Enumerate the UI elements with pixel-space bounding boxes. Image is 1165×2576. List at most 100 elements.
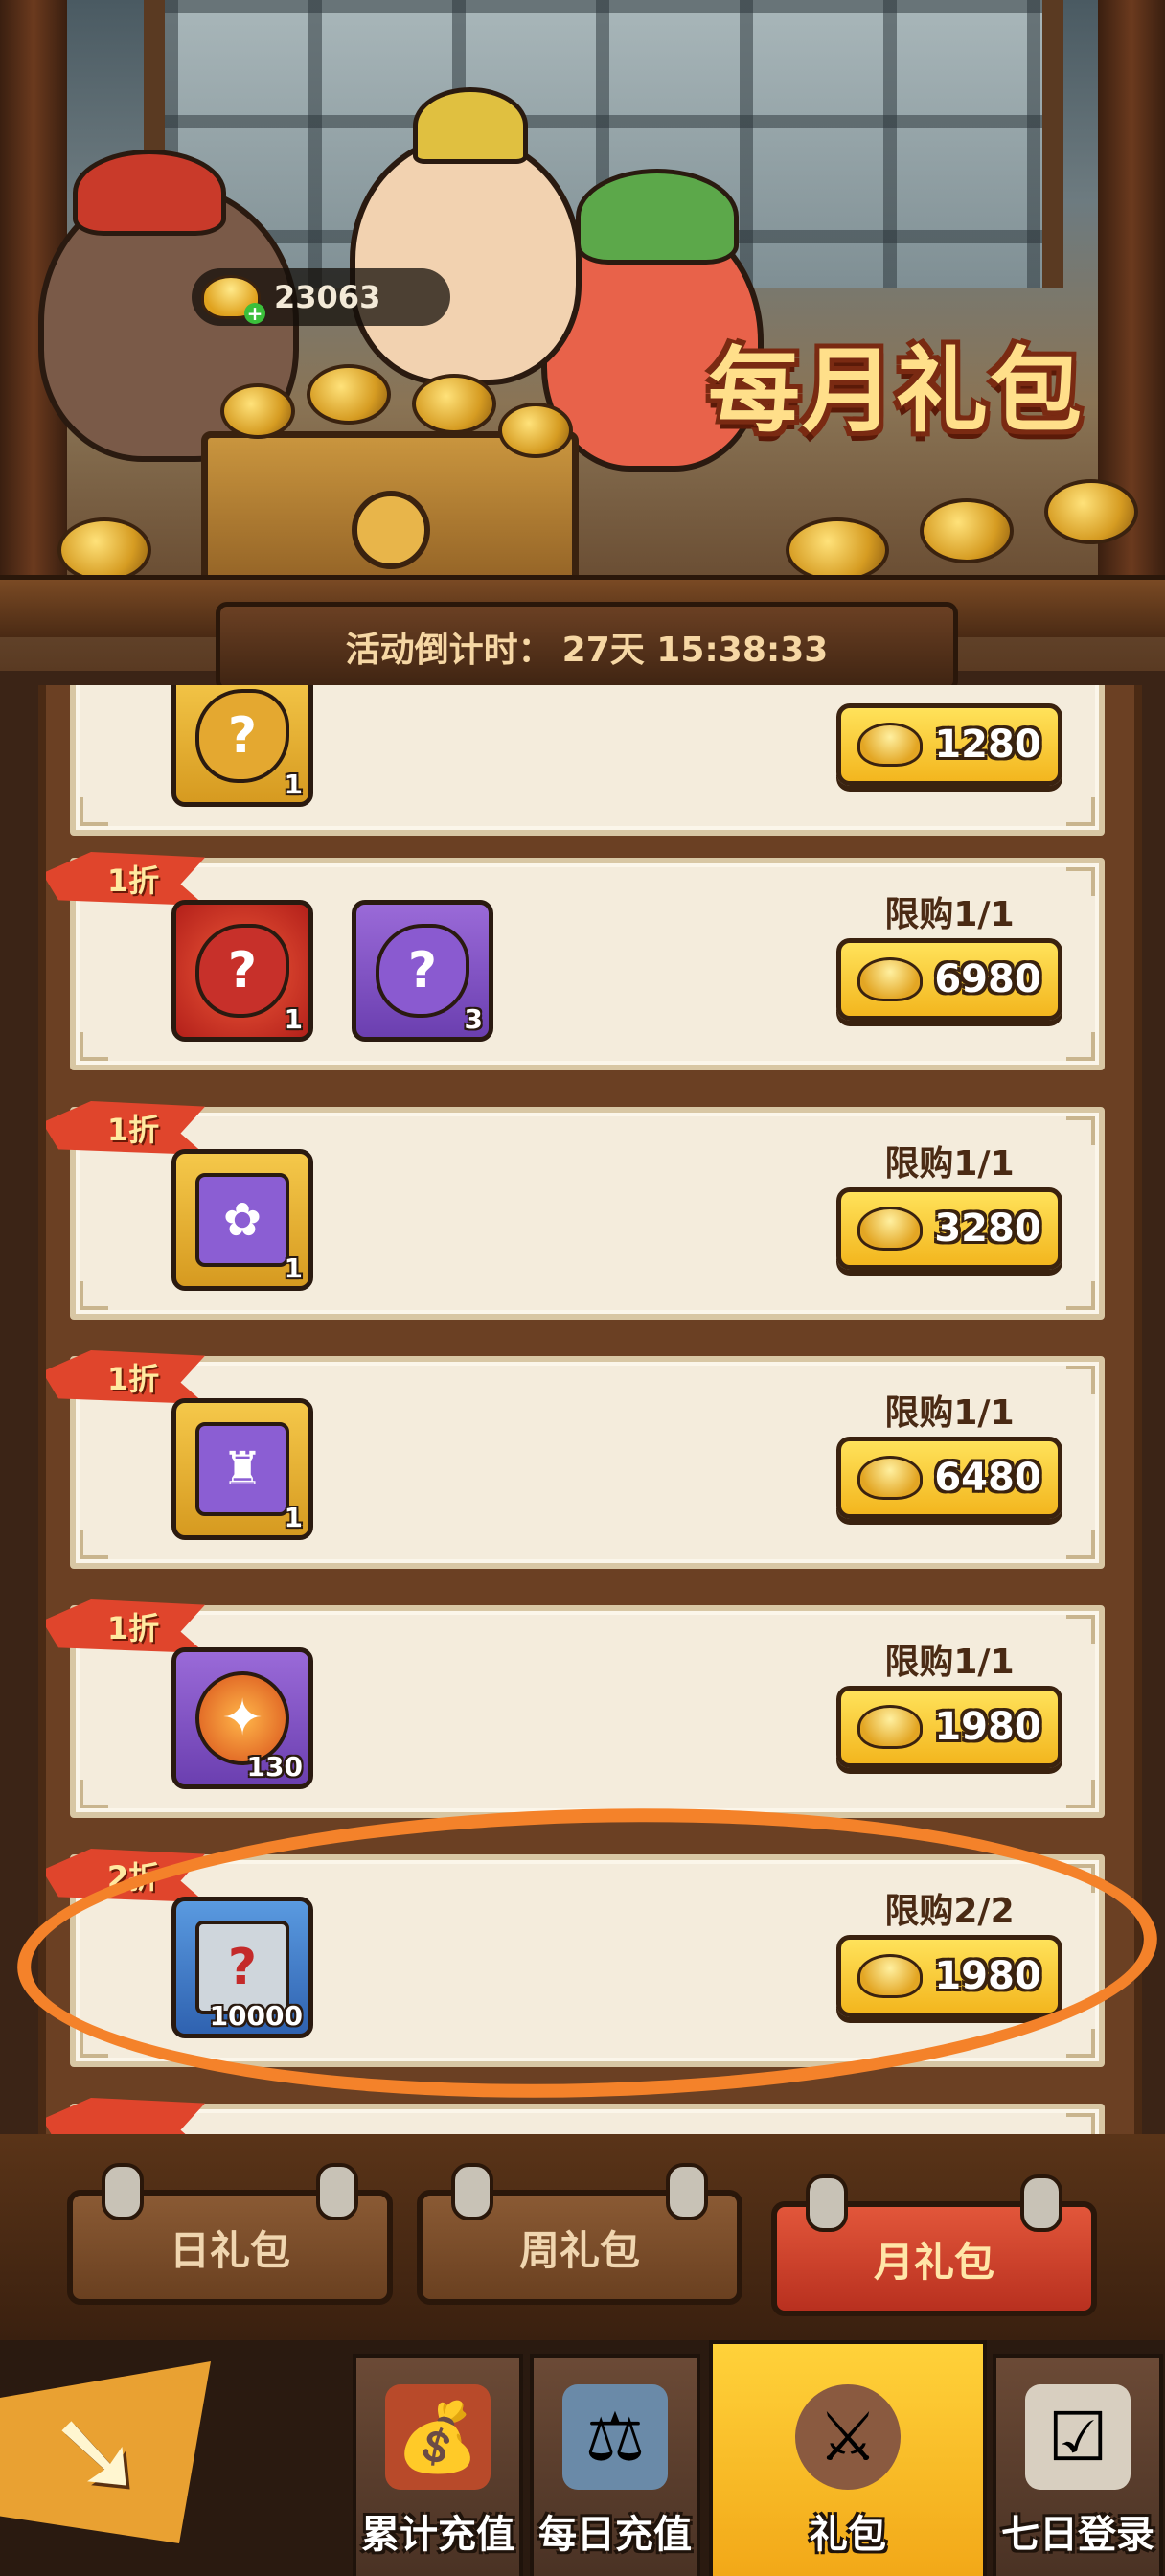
chest-fan-icon: ✿	[195, 1173, 289, 1267]
item-quantity: 3	[464, 1003, 483, 1035]
price-label: 1980	[934, 1705, 1041, 1749]
buy-button[interactable]: 1980	[836, 1686, 1062, 1768]
tab-label: 日礼包	[169, 2226, 290, 2274]
tab-monthly-gift[interactable]: 月礼包	[771, 2174, 1097, 2316]
item-quantity: 1	[284, 1502, 303, 1533]
treasure-bag-icon: 💰	[385, 2384, 491, 2490]
offer-item[interactable]: ? 1	[171, 900, 313, 1042]
offer-list[interactable]: ? 1 1280 1折 ? 1 ? 3 限购1/1 6980 1折 ✿ 1 限购…	[38, 685, 1142, 2134]
discount-label: 1折	[106, 862, 160, 899]
event-banner: + 23063 每月礼包	[0, 0, 1165, 671]
purchase-limit: 限购1/1	[884, 895, 1015, 934]
nav-cumulative-recharge[interactable]: 💰 累计充值	[353, 2354, 523, 2576]
checklist-icon: ☑	[1025, 2384, 1131, 2490]
offer-card: ? 1 1280	[70, 685, 1105, 836]
gift-tab-strip: 日礼包 周礼包 月礼包	[0, 2134, 1165, 2340]
offer-item[interactable]: ? 1	[171, 685, 313, 807]
gold-ingot-icon	[857, 1456, 924, 1500]
nav-label: 累计充值	[361, 2513, 514, 2557]
tab-label: 月礼包	[873, 2238, 994, 2286]
bottom-nav: ➘ 💰 累计充值 ⚖ 每日充值 ⚔ 礼包 ☑ 七日登录	[0, 2340, 1165, 2576]
red-fragment-icon: ?	[195, 924, 289, 1018]
gold-ingot-icon	[857, 1705, 924, 1749]
nav-label: 七日登录	[1001, 2513, 1154, 2557]
currency-amount: 23063	[274, 279, 381, 315]
offer-item[interactable]: ? 10000	[171, 1897, 313, 2038]
purchase-limit: 限购1/1	[884, 1643, 1015, 1682]
coin-icon	[412, 374, 496, 434]
crossed-swords-icon: ⚔	[795, 2384, 901, 2490]
nav-label: 每日充值	[538, 2513, 692, 2557]
buy-button[interactable]: 6980	[836, 938, 1062, 1021]
buy-button[interactable]: 1280	[836, 703, 1062, 786]
coin-icon	[786, 518, 889, 583]
discount-ribbon: 1折	[46, 1350, 205, 1404]
price-label: 6480	[934, 1456, 1041, 1500]
item-quantity: 1	[284, 769, 303, 800]
discount-label: 1折	[106, 1361, 160, 1397]
discount-ribbon: 1折	[46, 1599, 205, 1653]
price-label: 1980	[934, 1954, 1041, 1998]
item-quantity: 1	[284, 1003, 303, 1035]
offer-item[interactable]: ✿ 1	[171, 1149, 313, 1291]
fragment-icon: ?	[195, 689, 289, 783]
gold-ingot-icon	[857, 1207, 924, 1251]
offer-item[interactable]: ♜ 1	[171, 1398, 313, 1540]
offer-card: 1折 ? 1 ? 3 限购1/1 6980	[46, 852, 1105, 1070]
offer-card	[46, 2098, 1105, 2134]
discount-label: 1折	[106, 1112, 160, 1148]
purchase-limit: 限购2/2	[884, 1892, 1015, 1931]
back-arrow-icon: ➘	[47, 2385, 145, 2519]
buy-button[interactable]: 3280	[836, 1187, 1062, 1270]
countdown-label: 活动倒计时：	[345, 631, 553, 670]
discount-ribbon: 1折	[46, 1101, 205, 1155]
item-quantity: 10000	[209, 2000, 303, 2032]
discount-ribbon: 2折	[46, 1849, 205, 1902]
coin-icon	[307, 364, 391, 425]
nav-label: 礼包	[810, 2513, 886, 2557]
coin-icon	[57, 518, 151, 583]
discount-label: 1折	[106, 1610, 160, 1646]
nav-daily-recharge[interactable]: ⚖ 每日充值	[530, 2354, 700, 2576]
countdown-value: 27天 15:38:33	[561, 631, 829, 670]
offer-card: 1折 ✿ 1 限购1/1 3280	[46, 1101, 1105, 1320]
coin-icon	[220, 383, 295, 439]
gold-ingot-icon	[857, 957, 924, 1001]
page-title: 每月礼包	[708, 337, 1084, 445]
coin-icon	[1044, 479, 1138, 544]
price-label: 6980	[934, 957, 1041, 1001]
offer-card: 1折 ✦ 130 限购1/1 1980	[46, 1599, 1105, 1818]
offer-item[interactable]: ? 3	[352, 900, 493, 1042]
gold-ingot-icon: +	[201, 275, 265, 324]
scale-icon: ⚖	[562, 2384, 668, 2490]
nav-gift-pack[interactable]: ⚔ 礼包	[709, 2340, 987, 2576]
currency-display[interactable]: + 23063	[192, 268, 450, 326]
gold-ingot-icon	[857, 723, 924, 767]
offer-card: 1折 ♜ 1 限购1/1 6480	[46, 1350, 1105, 1569]
offer-item[interactable]: ✦ 130	[171, 1647, 313, 1789]
price-label: 1280	[934, 723, 1041, 767]
price-label: 3280	[934, 1207, 1041, 1251]
discount-ribbon: 1折	[46, 852, 205, 906]
purple-fragment-icon: ?	[376, 924, 469, 1018]
nav-seven-day-login[interactable]: ☑ 七日登录	[993, 2354, 1163, 2576]
chest-hero-icon: ♜	[195, 1422, 289, 1516]
gold-ingot-icon	[857, 1954, 924, 1998]
purchase-limit: 限购1/1	[884, 1393, 1015, 1433]
tab-label: 周礼包	[518, 2226, 640, 2274]
plus-icon[interactable]: +	[244, 303, 265, 324]
back-button[interactable]: ➘	[0, 2361, 211, 2543]
tab-daily-gift[interactable]: 日礼包	[67, 2163, 393, 2305]
item-quantity: 1	[284, 1253, 303, 1284]
offer-card: 2折 ? 10000 限购2/2 1980	[46, 1849, 1105, 2067]
coin-icon	[920, 498, 1014, 564]
character-liu-bei	[350, 87, 582, 385]
discount-ribbon	[46, 2098, 205, 2134]
purchase-limit: 限购1/1	[884, 1144, 1015, 1184]
buy-button[interactable]: 6480	[836, 1437, 1062, 1519]
coin-icon	[498, 402, 573, 458]
item-quantity: 130	[246, 1751, 303, 1782]
countdown-bar: 活动倒计时： 27天 15:38:33	[216, 602, 958, 692]
tab-weekly-gift[interactable]: 周礼包	[417, 2163, 742, 2305]
buy-button[interactable]: 1980	[836, 1935, 1062, 2017]
